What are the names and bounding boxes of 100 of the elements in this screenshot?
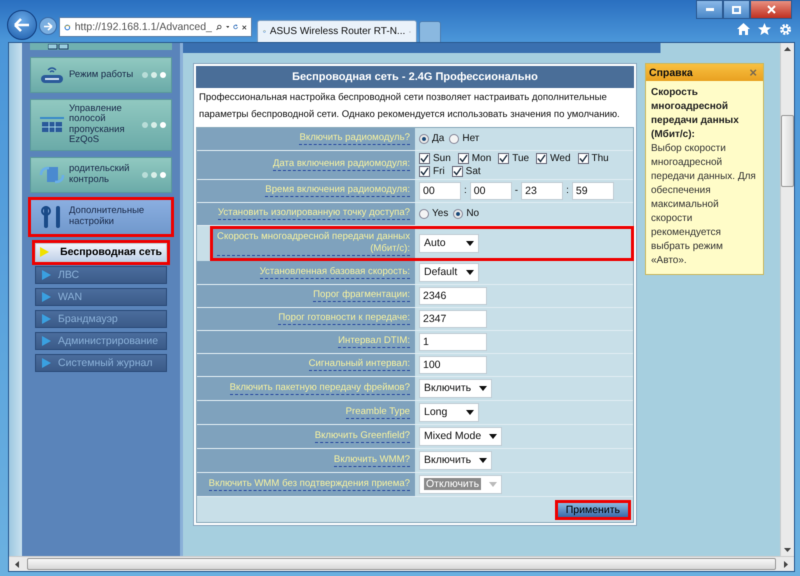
menu-item[interactable]: Режим работы (30, 57, 172, 93)
menu-item[interactable]: Дополнительные настройки (30, 198, 172, 235)
description: Профессиональная настройка беспроводной сети позволяет настраивать дополнительные параметры беспроводной сети. Однако рекомендуется использовать значения по умолчанию. (199, 91, 621, 122)
dropdown-icon (489, 434, 498, 439)
input-field[interactable]: 100 (419, 356, 487, 374)
separator: - (514, 185, 518, 196)
address-bar[interactable]: http://192.168.1.1/Advanced_ (59, 17, 252, 37)
menu-item[interactable]: родительский контроль (30, 156, 172, 193)
dropdown-icon (489, 482, 498, 487)
help-heading: Скорость многоадресной передачи данных (Мбит/с): (651, 86, 740, 142)
submenu-label: ЛВС (58, 268, 80, 281)
checkbox[interactable] (578, 152, 589, 164)
apply-button[interactable]: Применить (554, 500, 631, 520)
dropdown-icon[interactable] (226, 25, 230, 29)
grid-icon (48, 44, 70, 50)
down-arrow-icon[interactable] (784, 548, 791, 552)
dropdown[interactable]: Default (419, 262, 479, 282)
up-arrow-icon[interactable] (784, 47, 791, 51)
dropdown-icon (479, 386, 488, 391)
triangle-icon (42, 292, 51, 302)
submenu-label: Администрирование (58, 334, 158, 347)
star-icon[interactable] (758, 23, 771, 35)
dropdown-icon (479, 458, 488, 463)
checkbox[interactable] (452, 166, 463, 177)
radio-button[interactable] (449, 134, 460, 144)
close-icon[interactable] (242, 22, 247, 32)
help-title: Справка (649, 66, 693, 78)
radio-label: Yes (432, 208, 448, 220)
checkbox[interactable] (419, 152, 430, 164)
address-text: http://192.168.1.1/Advanced_ (74, 21, 212, 33)
separator: : (464, 185, 467, 196)
submenu-label: WAN (58, 290, 82, 303)
close-button[interactable] (750, 0, 792, 19)
radio-label: No (466, 208, 480, 220)
input-field[interactable]: 1 (419, 332, 487, 351)
maximize-button[interactable] (723, 0, 750, 19)
triangle-icon (42, 358, 51, 368)
close-icon (766, 5, 776, 14)
checkbox[interactable] (458, 152, 469, 164)
menu-label: Дополнительные настройки (69, 206, 146, 228)
minimize-button[interactable] (696, 0, 723, 19)
dropdown[interactable]: Включить (419, 378, 492, 398)
right-arrow-icon (43, 22, 53, 30)
checkbox[interactable] (536, 152, 548, 164)
dropdown-icon (466, 270, 474, 275)
dropdown[interactable]: Mixed Mode (419, 426, 502, 446)
checkbox-label: Thu (592, 152, 609, 164)
dropdown[interactable]: Включить (419, 450, 492, 470)
browser-tab[interactable]: ASUS Wireless Router RT-N... (257, 20, 417, 42)
left-arrow-icon (14, 18, 30, 32)
time-field[interactable]: 59 (572, 182, 614, 200)
triangle-icon (40, 247, 49, 258)
time-field[interactable]: 00 (419, 182, 461, 200)
checkbox-label: Mon (472, 152, 492, 164)
dropdown[interactable]: Auto (419, 234, 479, 253)
radio-button[interactable] (419, 134, 429, 144)
scroll-thumb[interactable] (781, 115, 794, 187)
right-arrow-icon[interactable] (784, 560, 788, 568)
submenu-label: Беспроводная сеть (60, 246, 162, 258)
checkbox[interactable] (419, 166, 430, 177)
separator: : (566, 185, 569, 196)
horizontal-scrollbar[interactable] (9, 556, 794, 571)
vertical-scrollbar[interactable] (780, 43, 794, 556)
triangle-icon (42, 314, 51, 324)
input-field[interactable]: 2346 (419, 286, 487, 305)
checkbox[interactable] (498, 152, 510, 164)
checkbox-label: Tue (512, 152, 530, 164)
maximize-icon (732, 6, 741, 14)
menu-item[interactable] (30, 43, 172, 50)
scroll-thumb[interactable] (27, 558, 776, 570)
dropdown[interactable]: Long (419, 402, 479, 422)
radio-button[interactable] (453, 208, 464, 219)
checkbox-label: Sun (433, 152, 451, 164)
submenu-label: Системный журнал (58, 356, 152, 369)
checkbox-label: Fri (433, 166, 445, 177)
help-text: Выбор скорости многоадресной передачи данных. Для обеспечения максимальной скорости рекомендуется выбрать режим «Авто». (651, 142, 757, 268)
radio-label: Нет (462, 133, 480, 144)
dropdown-icon (466, 240, 474, 246)
back-button[interactable] (7, 10, 37, 40)
dropdown-icon (466, 410, 474, 415)
menu-item[interactable]: Управление полосой пропускания EzQoS (30, 99, 172, 151)
minimize-icon (706, 8, 714, 11)
left-arrow-icon[interactable] (15, 560, 19, 568)
radio-button[interactable] (419, 208, 429, 219)
settings-icon[interactable] (779, 23, 792, 36)
stars-icon (141, 120, 167, 129)
stars-icon (141, 170, 167, 179)
time-field[interactable]: 00 (470, 182, 512, 200)
triangle-icon (42, 336, 51, 346)
time-field[interactable]: 23 (521, 182, 564, 200)
submenu-label: Брандмауэр (58, 312, 118, 325)
menu-label: Управление полосой пропускания EzQoS (69, 104, 126, 146)
radio-label: Да (432, 133, 444, 144)
checkbox-label: Wed (550, 152, 571, 164)
input-field[interactable]: 2347 (419, 310, 487, 328)
forward-button[interactable] (39, 17, 57, 35)
submenu-item[interactable]: Беспроводная сеть (35, 242, 167, 262)
checkbox-label: Sat (466, 166, 481, 177)
home-icon[interactable] (737, 23, 750, 35)
refresh-icon[interactable] (233, 22, 238, 32)
